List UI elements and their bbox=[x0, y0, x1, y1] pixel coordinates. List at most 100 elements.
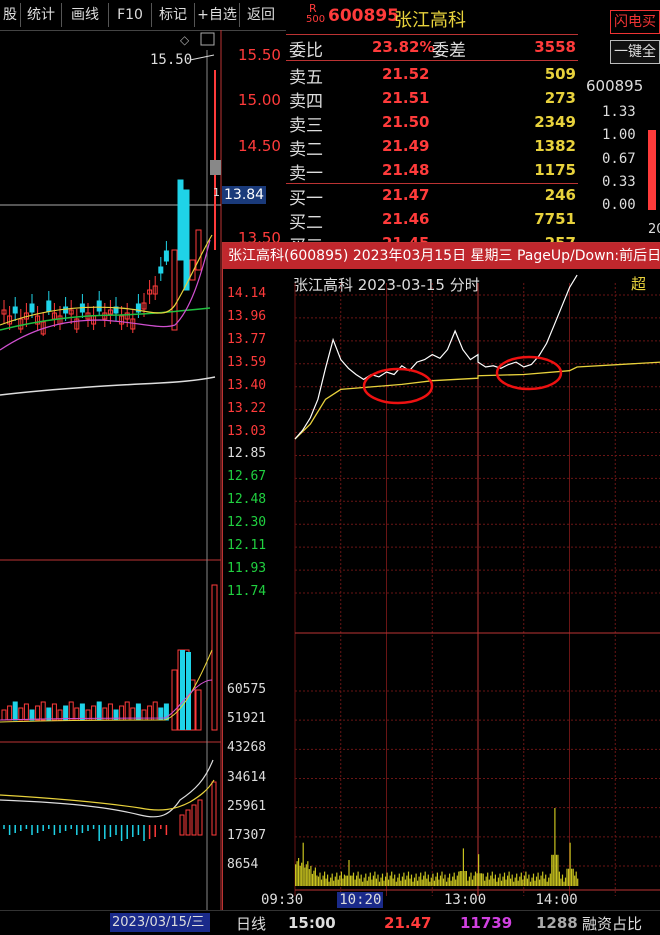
period-tab-daily[interactable]: 日线 bbox=[236, 913, 266, 934]
toolbar-stats-button[interactable]: 统计 bbox=[21, 3, 62, 27]
bid-volume: 7751 bbox=[534, 210, 576, 228]
bid-price: 21.47 bbox=[382, 186, 430, 204]
ask-label: 卖四 bbox=[289, 92, 323, 112]
volume-bar bbox=[485, 876, 487, 886]
volume-bar bbox=[378, 881, 381, 886]
quote-header: R 500 600895 张江高科 bbox=[286, 0, 578, 35]
volume-bar bbox=[295, 864, 297, 886]
volume-bar bbox=[505, 879, 507, 886]
volume-bar bbox=[464, 871, 466, 886]
bid-volume: 246 bbox=[544, 186, 576, 204]
kline-current-price-tag: 13.84 bbox=[222, 186, 266, 204]
toolbar-add-favorite-button[interactable]: +自选 bbox=[195, 3, 240, 27]
ask-row[interactable]: 卖五 21.52 509 bbox=[286, 63, 578, 88]
volume-bar bbox=[352, 872, 355, 886]
annotation-ellipse-left bbox=[362, 367, 434, 405]
volume-bar bbox=[499, 873, 501, 886]
mini-tick-2: 1.00 bbox=[602, 127, 636, 143]
volume-bar bbox=[363, 877, 365, 886]
volume-bar bbox=[299, 865, 301, 886]
volume-bar bbox=[514, 877, 516, 886]
status-volume: 11739 bbox=[460, 914, 513, 932]
bid-row[interactable]: 买一 21.47 246 bbox=[286, 184, 578, 209]
kline-candle-body bbox=[63, 306, 69, 314]
volume-bar bbox=[401, 876, 403, 886]
volume-bar bbox=[418, 876, 420, 886]
volume-bar bbox=[362, 881, 364, 886]
toolbar-stock-button[interactable]: 股 bbox=[0, 3, 21, 27]
flash-buy-button[interactable]: 闪电买 bbox=[610, 10, 660, 34]
volume-bar bbox=[523, 875, 525, 886]
time-tick-label: 09:30 bbox=[261, 892, 304, 908]
volume-bar bbox=[407, 871, 410, 886]
volume-tick-label: 8654 bbox=[227, 857, 259, 872]
volume-bar bbox=[465, 871, 467, 886]
volume-bar bbox=[455, 879, 457, 886]
ask-row[interactable]: 卖一 21.48 1175 bbox=[286, 159, 578, 184]
price-tick-label: 13.77 bbox=[227, 331, 267, 347]
kline-macd-positive-bar bbox=[185, 809, 191, 836]
diamond-icon[interactable]: ◇ bbox=[180, 33, 190, 47]
ask-label: 卖二 bbox=[289, 140, 323, 160]
volume-bar bbox=[439, 875, 442, 886]
volume-bar bbox=[479, 873, 481, 886]
volume-bar bbox=[461, 871, 463, 886]
volume-bar bbox=[577, 878, 579, 886]
volume-bar bbox=[436, 872, 438, 886]
kline-volume-bar bbox=[23, 703, 29, 721]
volume-bar bbox=[548, 877, 550, 886]
window-icon[interactable] bbox=[200, 32, 215, 46]
ma-line-white bbox=[0, 376, 216, 396]
kline-marker-number: 1 bbox=[213, 186, 220, 199]
ask-price: 21.49 bbox=[382, 137, 430, 155]
ask-volume: 273 bbox=[544, 89, 576, 107]
volume-bar bbox=[482, 873, 484, 886]
volume-bar bbox=[385, 876, 387, 886]
ask-row[interactable]: 卖四 21.51 273 bbox=[286, 87, 578, 112]
volume-bar bbox=[328, 881, 330, 886]
volume-bar bbox=[546, 881, 548, 886]
r-badge-sub: 500 bbox=[306, 14, 326, 25]
volume-tick-label: 43268 bbox=[227, 740, 267, 756]
volume-bar bbox=[545, 874, 547, 886]
bid-row[interactable]: 买二 21.46 7751 bbox=[286, 208, 578, 233]
volume-bar bbox=[336, 872, 338, 886]
bid-price: 21.46 bbox=[382, 210, 430, 228]
volume-tick-label: 25961 bbox=[227, 798, 267, 814]
volume-bar bbox=[334, 876, 336, 886]
volume-bar bbox=[447, 877, 449, 886]
volume-bar bbox=[305, 864, 307, 886]
weibi-value: 23.82% bbox=[372, 38, 435, 56]
kline-big-volume-bar-blue bbox=[180, 650, 185, 730]
volume-bar bbox=[340, 871, 342, 886]
toolbar-f10-button[interactable]: F10 bbox=[109, 3, 152, 27]
ask-row[interactable]: 卖二 21.49 1382 bbox=[286, 135, 578, 160]
ask-row[interactable]: 卖三 21.50 2349 bbox=[286, 111, 578, 136]
mini-chart-bottom-text: 20 bbox=[648, 222, 660, 237]
volume-bar bbox=[356, 875, 358, 886]
volume-bar bbox=[410, 874, 413, 886]
one-click-button[interactable]: 一键全 bbox=[610, 40, 660, 64]
volume-bar bbox=[349, 875, 352, 886]
status-count: 1288 bbox=[536, 914, 578, 932]
volume-bar bbox=[564, 877, 567, 886]
mini-tick-4: 0.33 bbox=[602, 174, 636, 190]
volume-bar bbox=[476, 873, 478, 886]
toolbar-mark-button[interactable]: 标记 bbox=[152, 3, 195, 27]
volume-bar bbox=[380, 877, 382, 886]
volume-bar bbox=[421, 879, 423, 886]
kline-macd-positive-bar bbox=[179, 814, 185, 836]
volume-bar bbox=[490, 875, 492, 886]
volume-bar bbox=[359, 878, 361, 886]
volume-bar bbox=[438, 879, 440, 886]
volume-bar bbox=[433, 880, 435, 886]
toolbar-back-button[interactable]: 返回 bbox=[240, 3, 282, 27]
intraday-popup-window[interactable]: 张江高科(600895) 2023年03月15日 星期三 PageUp/Down… bbox=[222, 242, 660, 912]
kline-candle-body bbox=[158, 266, 164, 274]
volume-bar bbox=[563, 881, 565, 886]
toolbar-draw-button[interactable]: 画线 bbox=[62, 3, 109, 27]
stock-name: 张江高科 bbox=[394, 10, 466, 31]
kline-big-candle bbox=[171, 249, 178, 331]
volume-bar bbox=[308, 869, 310, 886]
price-tick-label: 12.11 bbox=[227, 538, 267, 554]
